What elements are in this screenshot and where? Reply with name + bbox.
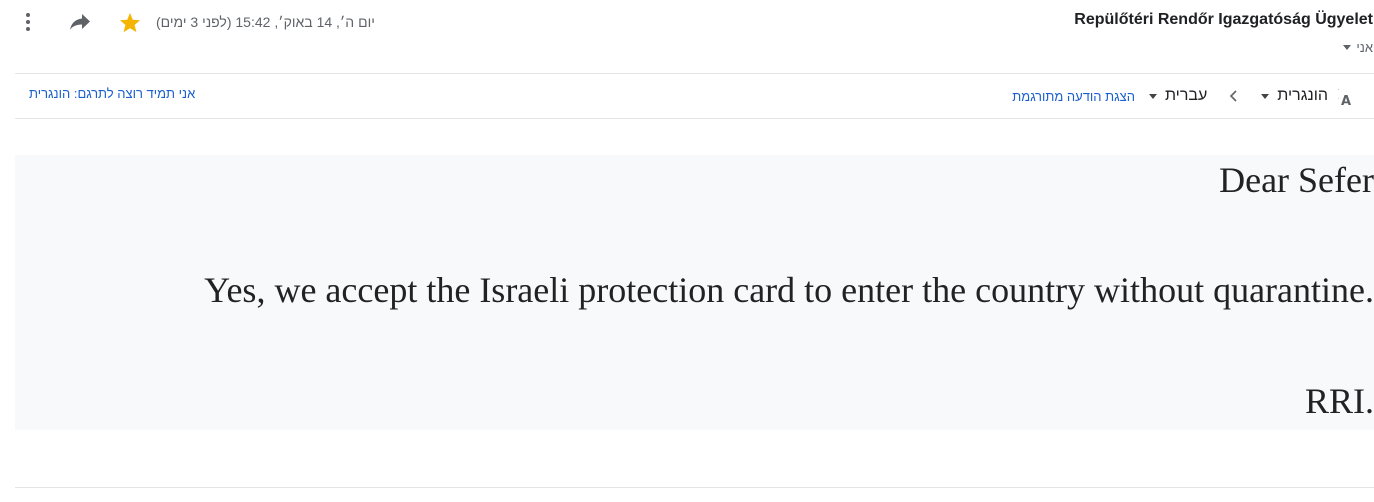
svg-text:A: A xyxy=(1341,94,1351,107)
recipient-label: אני xyxy=(1356,40,1373,55)
message-body: Dear Sefer .Yes, we accept the Israeli p… xyxy=(15,155,1374,430)
message-greeting: Dear Sefer xyxy=(1219,160,1374,200)
star-icon[interactable] xyxy=(116,10,144,34)
source-language-label: הונגרית xyxy=(1277,87,1328,104)
sender-name[interactable]: Repülőtéri Rendőr Igazgatóság Ügyelet xyxy=(1074,11,1373,29)
forward-icon[interactable] xyxy=(66,10,94,34)
chevron-down-icon xyxy=(1148,93,1157,99)
svg-text:文: 文 xyxy=(1338,87,1339,102)
email-view: Repülőtéri Rendőr Igazgatóság Ügyelet אנ… xyxy=(0,0,1374,502)
always-translate-link[interactable]: אני תמיד רוצה לתרגם: הונגרית xyxy=(29,86,195,101)
message-date: יום ה׳, 14 באוק׳, 15:42 (לפני 3 ימים) xyxy=(156,14,375,30)
recipient-details-toggle[interactable]: אני xyxy=(1343,40,1373,55)
message-signature: .RRI xyxy=(1304,381,1374,421)
divider xyxy=(15,487,1374,488)
show-translated-link[interactable]: הצגת הודעה מתורגמת xyxy=(1012,89,1135,104)
message-header: Repülőtéri Rendőr Igazgatóság Ügyelet אנ… xyxy=(0,0,1374,72)
message-actions: יום ה׳, 14 באוק׳, 15:42 (לפני 3 ימים) xyxy=(14,10,375,34)
message-text: .Yes, we accept the Israeli protection c… xyxy=(204,270,1374,310)
target-language-label: עברית xyxy=(1164,87,1208,104)
translate-bar: 文 A הונגרית עברית הצגת הודעה מתורגמת אני… xyxy=(15,74,1374,118)
target-language-select[interactable]: עברית xyxy=(1148,87,1208,105)
chevron-down-icon xyxy=(1343,45,1352,50)
chevron-down-icon xyxy=(1261,93,1270,99)
divider xyxy=(15,118,1374,119)
translate-controls: 文 A הונגרית עברית הצגת הודעה מתורגמת xyxy=(1012,74,1364,118)
source-language-select[interactable]: הונגרית xyxy=(1261,87,1328,105)
direction-arrow-icon xyxy=(1229,90,1237,102)
translate-icon: 文 A xyxy=(1338,83,1364,109)
more-options-icon[interactable] xyxy=(14,10,42,34)
